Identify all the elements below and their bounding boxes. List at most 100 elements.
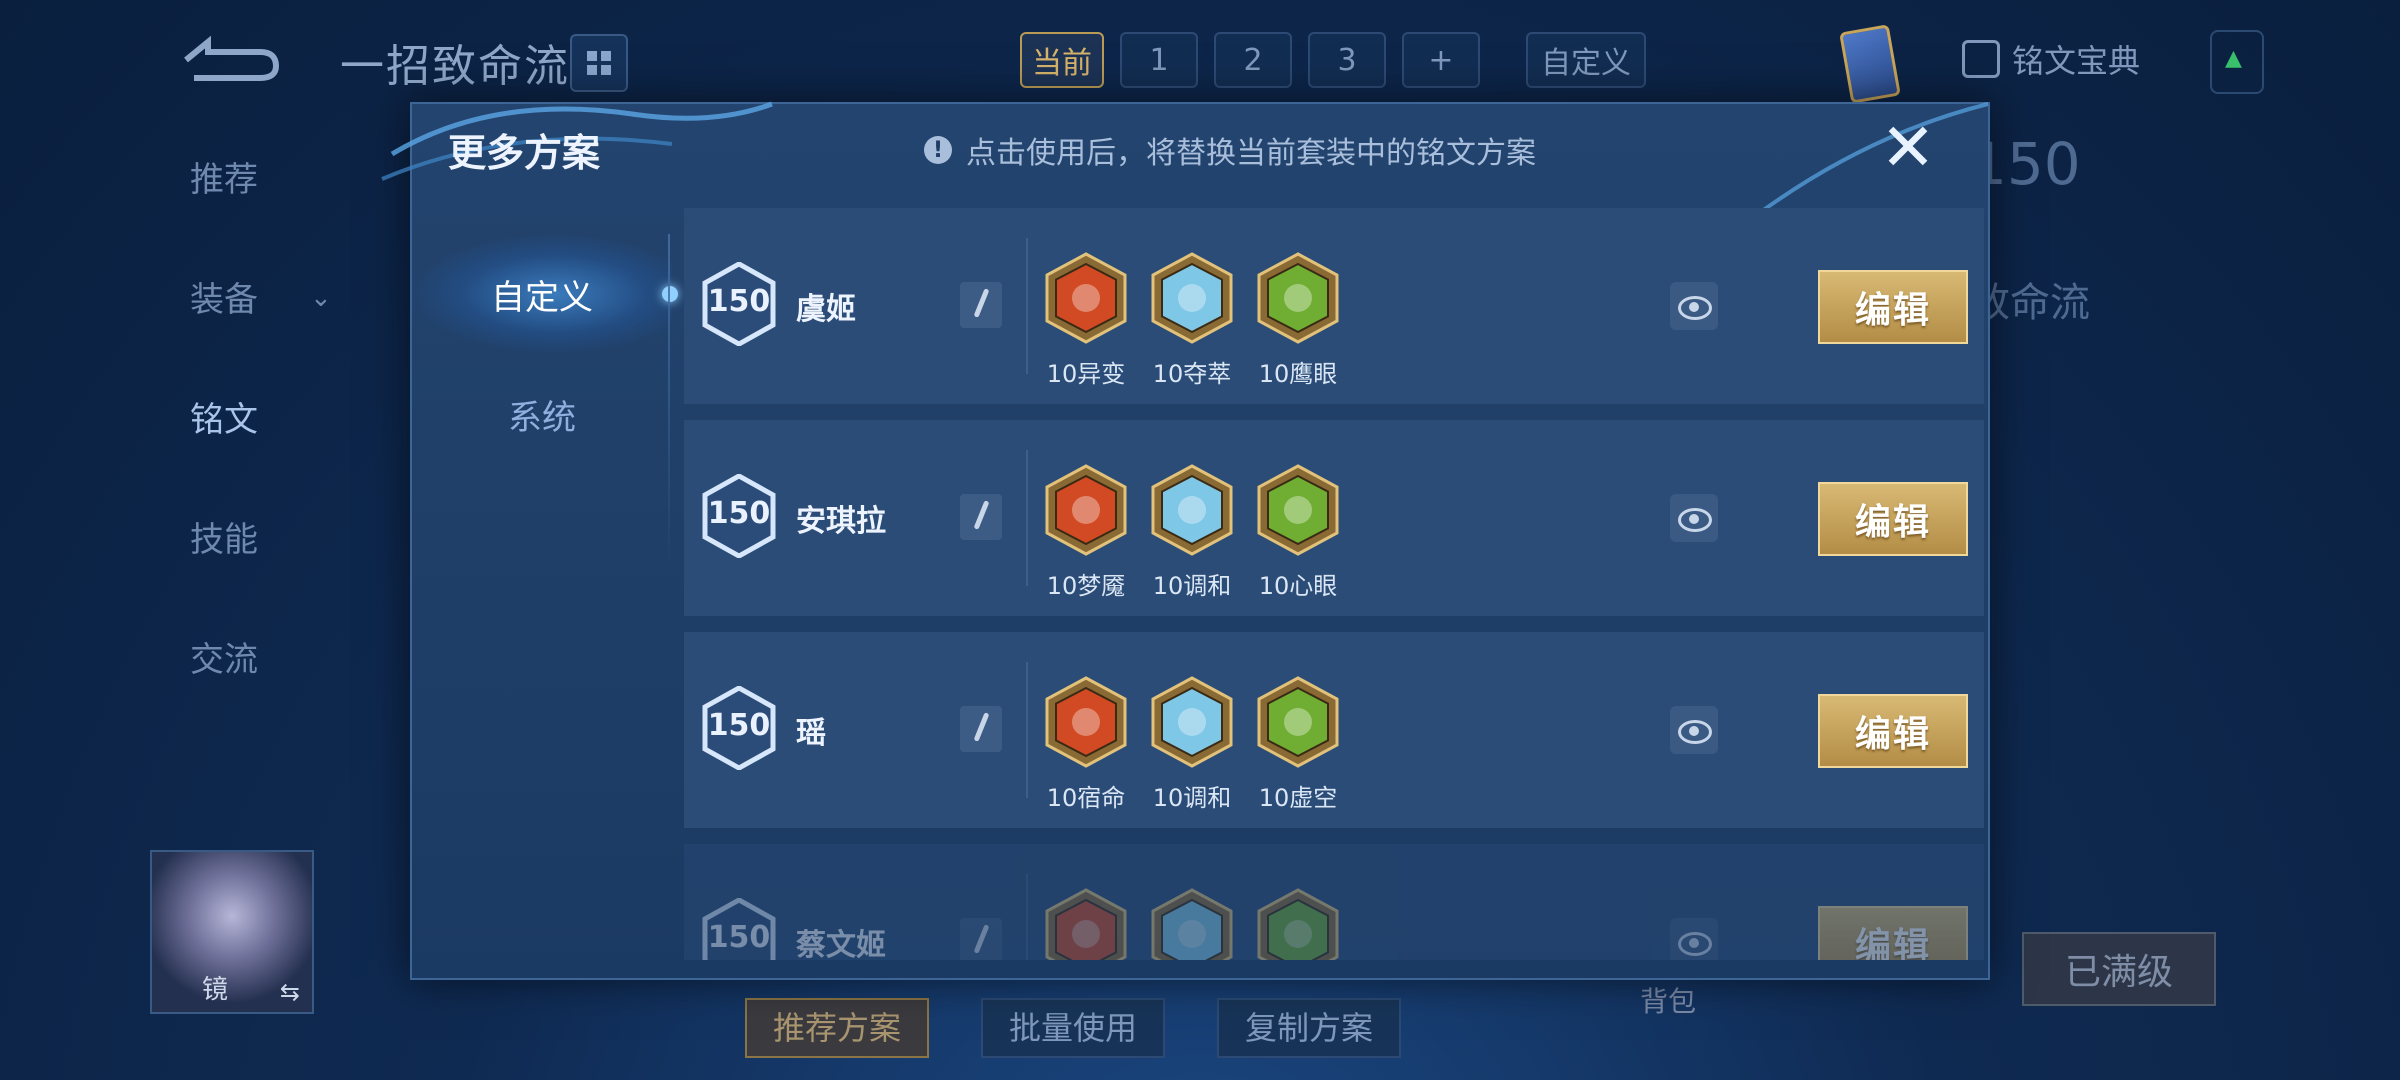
tab-custom[interactable]: 自定义 — [1526, 32, 1646, 88]
chevron-down-icon: ⌄ — [310, 283, 332, 313]
hero-name: 镜 — [202, 975, 229, 1005]
rune-gem-icon — [1150, 464, 1234, 556]
tab-add[interactable]: + — [1402, 32, 1480, 88]
tab-system-plans[interactable]: 系统 — [412, 354, 672, 474]
rename-pen-icon[interactable] — [960, 918, 1002, 960]
rune-slot[interactable] — [1150, 888, 1234, 960]
rename-pen-icon[interactable] — [960, 494, 1002, 540]
rune-gem-icon — [1044, 888, 1128, 960]
rune-slot[interactable]: 10调和 — [1150, 464, 1234, 601]
rune-group: 10宿命 10调和 10虚空 — [1044, 676, 1340, 813]
rune-gem-icon — [1256, 888, 1340, 960]
edit-button[interactable]: 编辑 — [1818, 482, 1968, 556]
batch-use-button[interactable]: 批量使用 — [981, 998, 1166, 1058]
rune-slot[interactable]: 10梦魇 — [1044, 464, 1128, 601]
rune-gem-icon — [1256, 676, 1340, 768]
rune-gem-icon — [1044, 676, 1128, 768]
tab-current[interactable]: 当前 — [1020, 32, 1104, 88]
card-icon[interactable] — [1839, 24, 1901, 104]
plan-name: 安琪拉 — [796, 504, 886, 539]
level-badge: 150 — [702, 686, 776, 770]
side-nav-item-recommend[interactable]: 推荐 — [190, 150, 258, 270]
level-value: 150 — [707, 920, 771, 955]
rune-label: 10心眼 — [1258, 572, 1338, 600]
modal-tabs: 自定义 系统 — [412, 234, 678, 474]
codex-button[interactable]: 铭文宝典 — [1961, 36, 2140, 82]
rune-slot[interactable]: 10虚空 — [1256, 676, 1340, 813]
side-nav-item-equipment[interactable]: 装备 ⌄ — [190, 270, 332, 390]
rune-label: 10鹰眼 — [1258, 360, 1338, 388]
plan-row[interactable]: 150 瑶 10宿命 10调和 10虚空 编辑 — [684, 632, 1984, 828]
plan-row[interactable]: 150 安琪拉 10梦魇 10调和 10心眼 编辑 — [684, 420, 1984, 616]
rune-label: 10调和 — [1152, 572, 1232, 600]
preview-eye-icon[interactable] — [1670, 494, 1718, 542]
plan-list[interactable]: 150 虞姬 10异变 10夺萃 10鹰眼 编辑 150 安琪拉 10梦魇 10… — [684, 208, 1984, 960]
divider — [1026, 874, 1028, 960]
preset-tabs: 当前 1 2 3 + 自定义 — [1020, 32, 1646, 88]
hint-text: 点击使用后，将替换当前套装中的铭文方案 — [966, 136, 1536, 171]
close-button[interactable]: ✕ — [1878, 115, 1938, 181]
rune-gem-icon — [1256, 252, 1340, 344]
backpack-button[interactable]: 背包 — [1640, 980, 1696, 1020]
side-nav-item-runes[interactable]: 铭文 — [190, 390, 258, 510]
preview-eye-icon[interactable] — [1670, 282, 1718, 330]
rune-slot[interactable]: 10夺萃 — [1150, 252, 1234, 389]
rune-gem-icon — [1256, 464, 1340, 556]
rune-gem-icon — [1150, 888, 1234, 960]
rune-label: 10调和 — [1152, 784, 1232, 812]
rune-group — [1044, 888, 1340, 960]
rune-slot[interactable] — [1044, 888, 1128, 960]
rune-slot[interactable]: 10调和 — [1150, 676, 1234, 813]
divider — [668, 234, 670, 574]
rune-label: 10梦魇 — [1046, 572, 1126, 600]
level-value: 150 — [707, 496, 771, 531]
wifi-icon — [2210, 30, 2264, 94]
level-badge: 150 — [702, 262, 776, 346]
plan-row[interactable]: 150 蔡文姬 编辑 — [684, 844, 1984, 960]
rune-label: 10宿命 — [1046, 784, 1126, 812]
side-nav-item-skills[interactable]: 技能 — [190, 510, 258, 630]
rune-slot[interactable] — [1256, 888, 1340, 960]
rune-slot[interactable]: 10心眼 — [1256, 464, 1340, 601]
plan-name: 瑶 — [796, 716, 826, 751]
rename-pen-icon[interactable] — [960, 706, 1002, 752]
rune-slot[interactable]: 10宿命 — [1044, 676, 1128, 813]
plan-row[interactable]: 150 虞姬 10异变 10夺萃 10鹰眼 编辑 — [684, 208, 1984, 404]
hero-avatar[interactable]: 镜 ⇆ — [150, 850, 314, 1014]
tab-2[interactable]: 2 — [1214, 32, 1292, 88]
edit-button[interactable]: 编辑 — [1818, 270, 1968, 344]
preview-eye-icon[interactable] — [1670, 706, 1718, 754]
divider — [1026, 238, 1028, 374]
rune-gem-icon — [1044, 464, 1128, 556]
edit-button[interactable]: 编辑 — [1818, 906, 1968, 960]
level-value: 150 — [707, 708, 771, 743]
rename-pen-icon[interactable] — [960, 282, 1002, 328]
info-icon: ! — [924, 136, 952, 164]
edit-button[interactable]: 编辑 — [1818, 694, 1968, 768]
rune-group: 10梦魇 10调和 10心眼 — [1044, 464, 1340, 601]
tab-3[interactable]: 3 — [1308, 32, 1386, 88]
tab-1[interactable]: 1 — [1120, 32, 1198, 88]
rune-gem-icon — [1044, 252, 1128, 344]
rune-label: 10虚空 — [1258, 784, 1338, 812]
rune-group: 10异变 10夺萃 10鹰眼 — [1044, 252, 1340, 389]
plan-name: 虞姬 — [796, 292, 856, 327]
back-arrow-icon[interactable] — [180, 36, 280, 84]
side-nav-item-community[interactable]: 交流 — [190, 630, 258, 750]
maxed-button[interactable]: 已满级 — [2022, 932, 2216, 1006]
recommended-plan-button[interactable]: 推荐方案 — [745, 998, 930, 1058]
side-nav-label: 装备 — [190, 280, 258, 320]
grid-icon[interactable] — [570, 34, 628, 92]
tab-custom-plans[interactable]: 自定义 — [412, 234, 678, 354]
rune-label: 10夺萃 — [1152, 360, 1232, 388]
swap-icon: ⇆ — [279, 978, 300, 1006]
modal-title: 更多方案 — [448, 131, 601, 175]
copy-plan-button[interactable]: 复制方案 — [1217, 998, 1402, 1058]
divider — [1026, 662, 1028, 798]
preview-eye-icon[interactable] — [1670, 918, 1718, 960]
rune-slot[interactable]: 10鹰眼 — [1256, 252, 1340, 389]
rune-slot[interactable]: 10异变 — [1044, 252, 1128, 389]
codex-label: 铭文宝典 — [2011, 42, 2140, 80]
codex-icon — [1961, 40, 2000, 78]
modal-hint: ! 点击使用后，将替换当前套装中的铭文方案 — [924, 128, 1536, 172]
